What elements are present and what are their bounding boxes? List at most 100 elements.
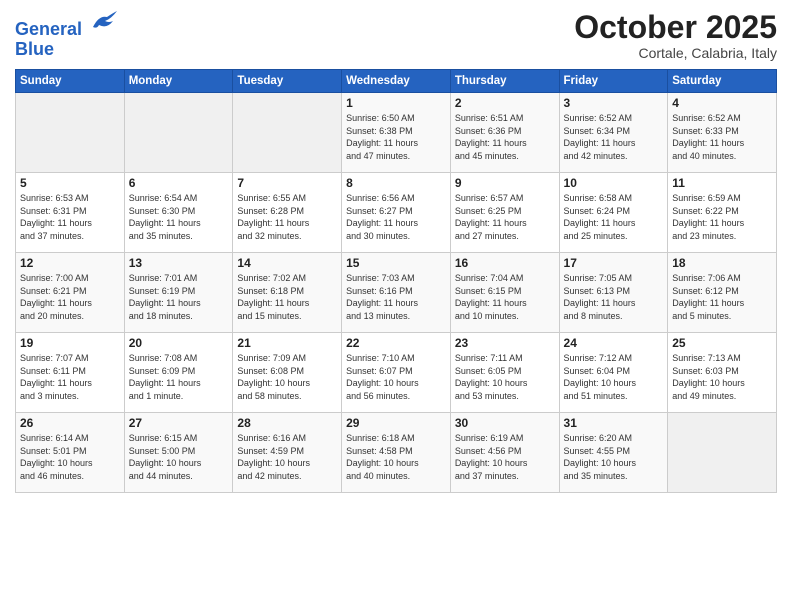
calendar-cell: 11 Sunrise: 6:59 AM Sunset: 6:22 PM Dayli… [668,173,777,253]
day-info: Sunrise: 7:10 AM Sunset: 6:07 PM Dayligh… [346,352,446,402]
weekday-header-cell: Thursday [450,70,559,93]
day-number: 29 [346,416,446,430]
day-info: Sunrise: 6:20 AM Sunset: 4:55 PM Dayligh… [564,432,664,482]
calendar-cell: 4Sunrise: 6:52 AM Sunset: 6:33 PM Daylig… [668,93,777,173]
logo-blue: Blue [15,39,54,59]
day-info: Sunrise: 6:14 AM Sunset: 5:01 PM Dayligh… [20,432,120,482]
day-info: Sunrise: 7:05 AM Sunset: 6:13 PM Dayligh… [564,272,664,322]
logo: General Blue [15,11,119,60]
day-number: 25 [672,336,772,350]
day-number: 16 [455,256,555,270]
day-info: Sunrise: 6:59 AM Sunset: 6:22 PM Dayligh… [672,192,772,242]
day-number: 11 [672,176,772,190]
day-number: 15 [346,256,446,270]
calendar-cell: 21Sunrise: 7:09 AM Sunset: 6:08 PM Dayli… [233,333,342,413]
day-info: Sunrise: 6:57 AM Sunset: 6:25 PM Dayligh… [455,192,555,242]
location-subtitle: Cortale, Calabria, Italy [574,45,777,61]
calendar-week-row: 12Sunrise: 7:00 AM Sunset: 6:21 PM Dayli… [16,253,777,333]
calendar-table: SundayMondayTuesdayWednesdayThursdayFrid… [15,69,777,493]
day-number: 7 [237,176,337,190]
weekday-header-cell: Tuesday [233,70,342,93]
calendar-cell: 16 Sunrise: 7:04 AM Sunset: 6:15 PM Dayli… [450,253,559,333]
day-info: Sunrise: 7:04 AM Sunset: 6:15 PM Dayligh… [455,272,555,322]
calendar-cell: 26 Sunrise: 6:14 AM Sunset: 5:01 PM Dayli… [16,413,125,493]
day-info: Sunrise: 7:08 AM Sunset: 6:09 PM Dayligh… [129,352,229,402]
day-number: 2 [455,96,555,110]
logo-bird-icon [89,7,119,35]
calendar-week-row: 5 Sunrise: 6:53 AM Sunset: 6:31 PM Daylig… [16,173,777,253]
day-info: Sunrise: 6:53 AM Sunset: 6:31 PM Dayligh… [20,192,120,242]
day-number: 24 [564,336,664,350]
day-number: 27 [129,416,229,430]
weekday-header-row: SundayMondayTuesdayWednesdayThursdayFrid… [16,70,777,93]
calendar-cell: 18 Sunrise: 7:06 AM Sunset: 6:12 PM Dayli… [668,253,777,333]
calendar-cell: 15 Sunrise: 7:03 AM Sunset: 6:16 PM Dayli… [342,253,451,333]
day-info: Sunrise: 7:01 AM Sunset: 6:19 PM Dayligh… [129,272,229,322]
day-number: 4 [672,96,772,110]
day-number: 19 [20,336,120,350]
calendar-cell: 19 Sunrise: 7:07 AM Sunset: 6:11 PM Dayli… [16,333,125,413]
day-number: 22 [346,336,446,350]
calendar-week-row: 19 Sunrise: 7:07 AM Sunset: 6:11 PM Dayli… [16,333,777,413]
weekday-header-cell: Sunday [16,70,125,93]
day-info: Sunrise: 7:03 AM Sunset: 6:16 PM Dayligh… [346,272,446,322]
day-number: 14 [237,256,337,270]
day-info: Sunrise: 6:15 AM Sunset: 5:00 PM Dayligh… [129,432,229,482]
day-number: 20 [129,336,229,350]
logo-general: General [15,19,82,39]
day-info: Sunrise: 7:11 AM Sunset: 6:05 PM Dayligh… [455,352,555,402]
day-info: Sunrise: 6:54 AM Sunset: 6:30 PM Dayligh… [129,192,229,242]
day-number: 23 [455,336,555,350]
calendar-cell: 20 Sunrise: 7:08 AM Sunset: 6:09 PM Dayli… [124,333,233,413]
calendar-cell [668,413,777,493]
calendar-week-row: 1Sunrise: 6:50 AM Sunset: 6:38 PM Daylig… [16,93,777,173]
day-info: Sunrise: 6:52 AM Sunset: 6:34 PM Dayligh… [564,112,664,162]
calendar-cell: 12Sunrise: 7:00 AM Sunset: 6:21 PM Dayli… [16,253,125,333]
calendar-cell: 10Sunrise: 6:58 AM Sunset: 6:24 PM Dayli… [559,173,668,253]
day-info: Sunrise: 7:09 AM Sunset: 6:08 PM Dayligh… [237,352,337,402]
day-number: 5 [20,176,120,190]
calendar-cell: 13 Sunrise: 7:01 AM Sunset: 6:19 PM Dayli… [124,253,233,333]
day-number: 8 [346,176,446,190]
day-info: Sunrise: 6:56 AM Sunset: 6:27 PM Dayligh… [346,192,446,242]
calendar-week-row: 26 Sunrise: 6:14 AM Sunset: 5:01 PM Dayli… [16,413,777,493]
calendar-cell: 25Sunrise: 7:13 AM Sunset: 6:03 PM Dayli… [668,333,777,413]
calendar-cell: 23 Sunrise: 7:11 AM Sunset: 6:05 PM Dayli… [450,333,559,413]
day-info: Sunrise: 6:16 AM Sunset: 4:59 PM Dayligh… [237,432,337,482]
day-number: 26 [20,416,120,430]
day-number: 9 [455,176,555,190]
weekday-header-cell: Saturday [668,70,777,93]
calendar-cell: 3 Sunrise: 6:52 AM Sunset: 6:34 PM Daylig… [559,93,668,173]
month-title: October 2025 [574,10,777,45]
day-info: Sunrise: 6:19 AM Sunset: 4:56 PM Dayligh… [455,432,555,482]
day-info: Sunrise: 6:18 AM Sunset: 4:58 PM Dayligh… [346,432,446,482]
day-info: Sunrise: 6:51 AM Sunset: 6:36 PM Dayligh… [455,112,555,162]
day-info: Sunrise: 7:06 AM Sunset: 6:12 PM Dayligh… [672,272,772,322]
calendar-body: 1Sunrise: 6:50 AM Sunset: 6:38 PM Daylig… [16,93,777,493]
weekday-header-cell: Wednesday [342,70,451,93]
calendar-cell: 7Sunrise: 6:55 AM Sunset: 6:28 PM Daylig… [233,173,342,253]
day-number: 3 [564,96,664,110]
title-block: October 2025 Cortale, Calabria, Italy [574,10,777,61]
calendar-cell: 22 Sunrise: 7:10 AM Sunset: 6:07 PM Dayli… [342,333,451,413]
calendar-cell: 31 Sunrise: 6:20 AM Sunset: 4:55 PM Dayli… [559,413,668,493]
day-info: Sunrise: 7:02 AM Sunset: 6:18 PM Dayligh… [237,272,337,322]
calendar-cell [16,93,125,173]
day-info: Sunrise: 7:07 AM Sunset: 6:11 PM Dayligh… [20,352,120,402]
day-info: Sunrise: 6:50 AM Sunset: 6:38 PM Dayligh… [346,112,446,162]
day-number: 31 [564,416,664,430]
calendar-cell [233,93,342,173]
day-number: 18 [672,256,772,270]
calendar-cell: 30 Sunrise: 6:19 AM Sunset: 4:56 PM Dayli… [450,413,559,493]
calendar-cell: 17Sunrise: 7:05 AM Sunset: 6:13 PM Dayli… [559,253,668,333]
day-number: 13 [129,256,229,270]
calendar-cell: 2 Sunrise: 6:51 AM Sunset: 6:36 PM Daylig… [450,93,559,173]
day-number: 10 [564,176,664,190]
day-number: 30 [455,416,555,430]
calendar-cell: 28Sunrise: 6:16 AM Sunset: 4:59 PM Dayli… [233,413,342,493]
calendar-cell: 14 Sunrise: 7:02 AM Sunset: 6:18 PM Dayli… [233,253,342,333]
day-number: 12 [20,256,120,270]
calendar-cell [124,93,233,173]
calendar-cell: 9 Sunrise: 6:57 AM Sunset: 6:25 PM Daylig… [450,173,559,253]
calendar-cell: 1Sunrise: 6:50 AM Sunset: 6:38 PM Daylig… [342,93,451,173]
